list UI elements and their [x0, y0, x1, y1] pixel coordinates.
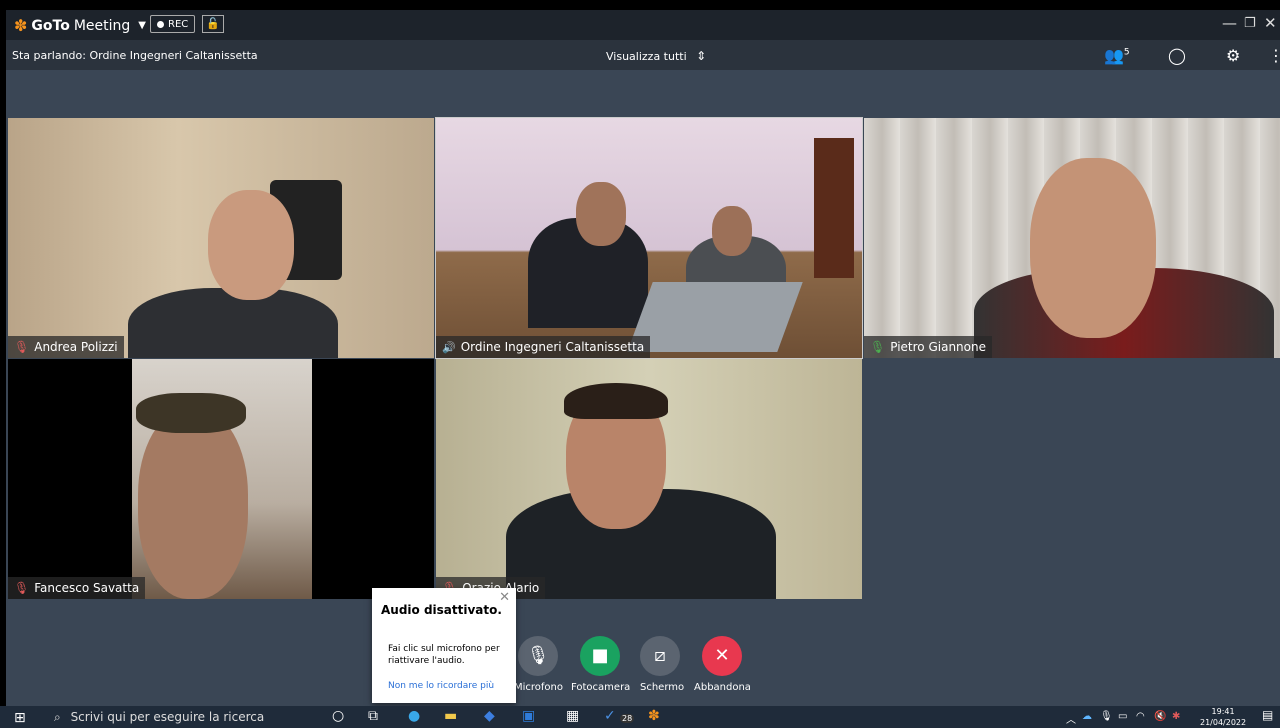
settings-button[interactable]: ⚙	[1226, 46, 1240, 65]
participant-name: Fancesco Savatta	[34, 581, 140, 595]
participant-label: 🎙 Fancesco Savatta	[8, 577, 146, 599]
participant-name: Andrea Polizzi	[34, 340, 118, 354]
participant-label: 🎙 Pietro Giannone	[864, 336, 992, 358]
record-label: REC	[168, 18, 189, 30]
person-face	[1030, 158, 1156, 338]
video-tile-andrea-polizzi[interactable]: 🎙 Andrea Polizzi	[8, 118, 434, 358]
brand-rest: Meeting	[73, 17, 131, 34]
edge-icon[interactable]: ●	[408, 708, 420, 724]
person-face	[208, 190, 294, 300]
lock-icon: 🔓	[206, 17, 220, 30]
participants-count: 5	[1123, 47, 1130, 58]
windows-start-icon[interactable]: ⊞	[14, 710, 26, 726]
cortana-icon[interactable]: ○	[332, 708, 344, 724]
video-tile-pietro-giannone[interactable]: 🎙 Pietro Giannone	[864, 118, 1280, 358]
notifications-icon[interactable]: ▤	[1262, 708, 1273, 722]
screen-label: Schermo	[640, 682, 685, 693]
leave-label: Abbandona	[694, 682, 751, 693]
microphone-tray-icon[interactable]: 🎙	[1100, 711, 1113, 722]
vscode-icon[interactable]: ✓	[604, 708, 616, 724]
lock-meeting-button[interactable]: 🔓	[202, 15, 224, 33]
muted-mic-icon: 🎙	[14, 581, 30, 595]
person-face-2	[712, 206, 752, 256]
file-explorer-icon[interactable]: ▬	[444, 708, 457, 724]
screen-share-button[interactable]: ⧄	[640, 636, 680, 676]
gotomeeting-window: ✽ GoTo Meeting ▼ REC 🔓 — ❐ ✕ Sta parlando…	[6, 10, 1280, 706]
participant-label: 🔊 Ordine Ingegneri Caltanissetta	[436, 336, 651, 358]
people-icon: 👥	[1104, 46, 1124, 65]
mic-on-icon: 🎙	[870, 340, 886, 354]
popup-title: Audio disattivato.	[381, 603, 502, 617]
microphone-button[interactable]: 🎙	[518, 636, 558, 676]
minimize-button[interactable]: —	[1222, 14, 1237, 32]
more-vertical-icon: ⋮	[1268, 46, 1280, 65]
wifi-icon[interactable]: ◠	[1136, 711, 1145, 722]
person-face	[576, 182, 626, 246]
video-tile-fancesco-savatta[interactable]: 🎙 Fancesco Savatta	[8, 359, 434, 599]
search-placeholder: Scrivi qui per eseguire la ricerca	[70, 710, 265, 724]
participant-name: Ordine Ingegneri Caltanissetta	[460, 340, 645, 354]
gotomeeting-taskbar-icon[interactable]: ✽	[648, 708, 660, 724]
person-body	[128, 288, 338, 358]
record-button[interactable]: REC	[150, 15, 196, 33]
app-menu[interactable]: ✽ GoTo Meeting ▼	[14, 16, 146, 35]
taskbar-clock[interactable]: 19:41 21/04/2022	[1200, 706, 1246, 728]
onedrive-icon[interactable]: ☁	[1082, 711, 1092, 722]
outlook-icon[interactable]: ▣	[522, 708, 535, 724]
active-speaker-text: Sta parlando: Ordine Ingegneri Caltaniss…	[12, 49, 258, 62]
search-icon: ⌕	[54, 710, 61, 724]
sunglasses-image	[136, 393, 246, 433]
taskbar-badge: 28	[620, 714, 635, 723]
more-options-button[interactable]: ⋮	[1268, 46, 1280, 65]
speaking-volume-icon: 🔊	[442, 340, 456, 354]
view-all-selector[interactable]: Visualizza tutti ⇕	[606, 49, 706, 63]
brand-bold: GoTo	[31, 17, 70, 34]
muted-mic-icon: 🎙	[14, 340, 30, 354]
screen-off-icon: ⧄	[654, 645, 666, 666]
dropbox-icon[interactable]: ◆	[484, 708, 495, 724]
popup-body: Fai clic sul microfono per riattivare l'…	[388, 644, 500, 666]
chevron-down-icon: ▼	[138, 20, 146, 31]
door-image	[814, 138, 854, 278]
microphone-label: Microfono	[514, 682, 564, 693]
language-icon[interactable]: ✱	[1172, 711, 1180, 722]
clock-date: 21/04/2022	[1200, 718, 1247, 727]
participant-label: 🎙 Andrea Polizzi	[8, 336, 124, 358]
title-bar: ✽ GoTo Meeting ▼ REC 🔓 — ❐ ✕	[6, 10, 1280, 40]
participant-name: Pietro Giannone	[890, 340, 986, 354]
hair-image	[564, 383, 668, 419]
leave-button[interactable]: ✕	[702, 636, 742, 676]
record-dot-icon	[157, 20, 164, 28]
person-face	[138, 409, 248, 599]
mic-muted-icon: 🎙	[526, 645, 550, 666]
laptop-image	[627, 282, 803, 352]
close-window-button[interactable]: ✕	[1264, 14, 1277, 32]
view-all-label: Visualizza tutti	[606, 50, 687, 63]
video-tile-orazio-alario[interactable]: 🎙 Orazio Alario	[436, 359, 862, 599]
dont-remind-link[interactable]: Non me lo ricordare più	[388, 681, 494, 691]
video-camera-icon: ■	[591, 645, 609, 666]
updown-chevron-icon: ⇕	[696, 49, 707, 63]
taskbar-search[interactable]: ⌕ Scrivi qui per eseguire la ricerca	[54, 710, 264, 725]
gotomeeting-logo-icon: ✽	[14, 16, 28, 35]
participants-button[interactable]: 👥5	[1104, 46, 1130, 65]
camera-label: Fotocamera	[571, 682, 631, 693]
restore-button[interactable]: ❐	[1244, 16, 1256, 31]
volume-muted-icon[interactable]: 🔇	[1154, 711, 1166, 722]
battery-icon[interactable]: ▭	[1118, 711, 1127, 722]
audio-muted-popup: ✕ Audio disattivato. Fai clic sul microf…	[372, 588, 516, 703]
chat-bubble-icon: ◯	[1168, 46, 1186, 65]
clock-time: 19:41	[1211, 707, 1235, 716]
task-view-icon[interactable]: ⧉	[368, 708, 378, 724]
calculator-icon[interactable]: ▦	[566, 708, 579, 724]
tray-chevron-icon[interactable]: ︿	[1066, 711, 1076, 726]
gear-icon: ⚙	[1226, 46, 1241, 65]
chat-button[interactable]: ◯	[1168, 46, 1186, 65]
camera-button[interactable]: ■	[580, 636, 620, 676]
windows-taskbar: ⊞ ⌕ Scrivi qui per eseguire la ricerca ○…	[0, 706, 1280, 728]
meeting-info-bar: Sta parlando: Ordine Ingegneri Caltaniss…	[6, 40, 1280, 70]
video-tile-ordine-ingegneri[interactable]: 🔊 Ordine Ingegneri Caltanissetta	[435, 117, 863, 359]
close-icon: ✕	[714, 645, 730, 666]
